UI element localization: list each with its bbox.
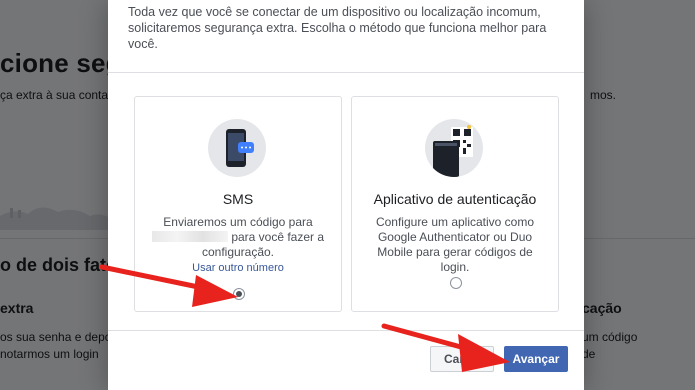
authenticator-radio[interactable] — [450, 277, 462, 289]
masked-phone-number — [151, 231, 228, 242]
authenticator-option-card[interactable]: Aplicativo de autenticação Configure um … — [351, 96, 559, 312]
sms-desc-prefix: Enviaremos um código para — [163, 215, 313, 229]
dialog-divider — [108, 72, 584, 73]
authenticator-option-title: Aplicativo de autenticação — [373, 191, 537, 207]
sms-option-title: SMS — [222, 191, 254, 207]
phone-sms-icon — [208, 119, 266, 177]
authenticator-option-description: Configure um aplicativo como Google Auth… — [375, 215, 535, 274]
annotation-arrow-icon — [381, 323, 510, 372]
dialog-intro-text: Toda vez que você se conectar de um disp… — [128, 5, 547, 51]
qr-code-icon — [425, 119, 483, 177]
annotation-arrow-icon — [100, 264, 238, 307]
